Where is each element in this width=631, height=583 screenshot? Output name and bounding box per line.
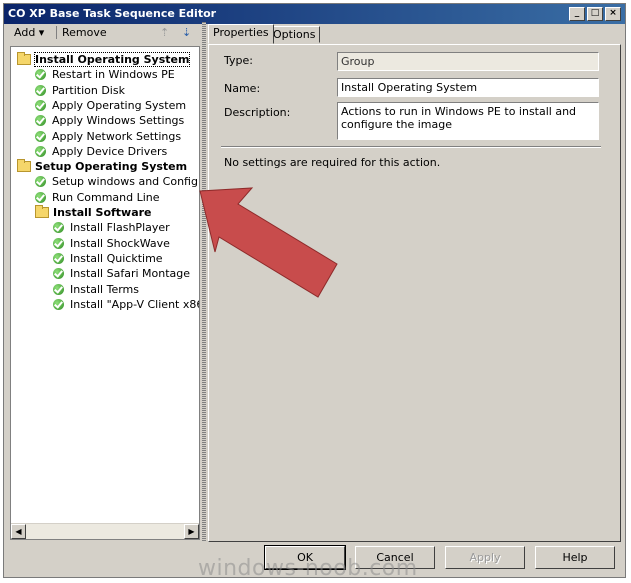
move-up-icon[interactable]: ⇡ bbox=[160, 26, 169, 39]
tree-step[interactable]: Restart in Windows PE bbox=[35, 67, 175, 82]
tree-group[interactable]: Setup Operating System bbox=[17, 159, 187, 174]
type-field: Group bbox=[337, 52, 599, 71]
scroll-right-icon[interactable]: ▶ bbox=[184, 524, 199, 539]
tree-step[interactable]: Install Safari Montage bbox=[53, 266, 190, 281]
check-icon bbox=[35, 145, 46, 157]
tree-step[interactable]: Apply Device Drivers bbox=[35, 144, 167, 159]
tree-item-label: Install Safari Montage bbox=[70, 267, 191, 281]
tree-group[interactable]: Install Software bbox=[35, 205, 152, 220]
minimize-button[interactable]: _ bbox=[569, 7, 585, 21]
title-bar[interactable]: CO XP Base Task Sequence Editor _ □ × bbox=[4, 4, 625, 24]
check-icon bbox=[35, 191, 46, 203]
tree-item-label: Apply Operating System bbox=[52, 98, 187, 112]
check-icon bbox=[53, 252, 64, 264]
check-icon bbox=[53, 268, 64, 280]
horizontal-scrollbar[interactable]: ◀ ▶ bbox=[11, 523, 199, 539]
divider bbox=[221, 146, 601, 148]
tree-step[interactable]: Setup windows and ConfigMgr bbox=[35, 174, 199, 189]
tree-item-label: Partition Disk bbox=[52, 83, 125, 97]
tree-item-label: Setup windows and ConfigMgr bbox=[52, 175, 199, 189]
cancel-button[interactable]: Cancel bbox=[355, 546, 435, 569]
tree-step[interactable]: Install "App-V Client x86-Ap bbox=[53, 297, 199, 312]
tree-item-label: Install Operating System bbox=[33, 52, 191, 67]
pane-splitter[interactable] bbox=[202, 22, 206, 542]
check-icon bbox=[53, 298, 64, 310]
maximize-button[interactable]: □ bbox=[587, 7, 603, 21]
settings-note: No settings are required for this action… bbox=[224, 156, 441, 169]
check-icon bbox=[53, 237, 64, 249]
check-icon bbox=[35, 176, 46, 188]
tree-toolbar: Add ▾ Remove ⇡ ⇣ bbox=[10, 24, 200, 42]
tree-item-label: Setup Operating System bbox=[35, 160, 188, 174]
check-icon bbox=[53, 283, 64, 295]
check-icon bbox=[35, 130, 46, 142]
task-sequence-tree[interactable]: ◀ ▶ Install Operating System Restart in W… bbox=[10, 46, 200, 540]
tree-item-label: Install Terms bbox=[70, 282, 140, 296]
tree-step[interactable]: Partition Disk bbox=[35, 83, 125, 98]
folder-icon bbox=[17, 52, 31, 65]
tree-item-label: Install "App-V Client x86-Ap bbox=[70, 297, 199, 311]
tree-step[interactable]: Apply Windows Settings bbox=[35, 113, 184, 128]
add-menu-button[interactable]: Add ▾ bbox=[14, 26, 44, 39]
dropdown-arrow-icon: ▾ bbox=[38, 26, 45, 39]
tree-step[interactable]: Run Command Line bbox=[35, 190, 160, 205]
tree-item-label: Apply Windows Settings bbox=[52, 114, 185, 128]
tree-item-label: Run Command Line bbox=[52, 190, 160, 204]
toolbar-divider bbox=[56, 26, 57, 39]
tree-item-label: Install ShockWave bbox=[70, 236, 170, 250]
tree-step[interactable]: Install ShockWave bbox=[53, 236, 170, 251]
name-label: Name: bbox=[224, 82, 261, 95]
help-button[interactable]: Help bbox=[535, 546, 615, 569]
tree-step[interactable]: Apply Operating System bbox=[35, 98, 186, 113]
tree-item-label: Install FlashPlayer bbox=[70, 221, 170, 235]
tree-step[interactable]: Apply Network Settings bbox=[35, 129, 181, 144]
tree-step[interactable]: Install FlashPlayer bbox=[53, 220, 170, 235]
description-field[interactable]: Actions to run in Windows PE to install … bbox=[337, 102, 599, 140]
check-icon bbox=[35, 69, 46, 81]
add-label: Add bbox=[14, 26, 36, 39]
tab-options[interactable]: Options bbox=[268, 26, 321, 43]
type-label: Type: bbox=[224, 54, 253, 67]
check-icon bbox=[35, 99, 46, 111]
tab-properties[interactable]: Properties bbox=[208, 24, 274, 44]
tree-item-label: Install Software bbox=[53, 206, 152, 219]
ok-button[interactable]: OK bbox=[264, 545, 346, 570]
folder-icon bbox=[17, 159, 31, 173]
description-label: Description: bbox=[224, 106, 291, 119]
tree-item-label: Install Quicktime bbox=[70, 251, 163, 265]
move-down-icon[interactable]: ⇣ bbox=[182, 26, 191, 39]
apply-button[interactable]: Apply bbox=[445, 546, 525, 569]
window-title: CO XP Base Task Sequence Editor bbox=[8, 7, 217, 20]
tree-item-label: Apply Device Drivers bbox=[52, 144, 168, 158]
check-icon bbox=[53, 222, 64, 234]
tree-item-label: Apply Network Settings bbox=[52, 129, 182, 143]
name-field[interactable]: Install Operating System bbox=[337, 78, 599, 97]
tree-item-label: Restart in Windows PE bbox=[52, 68, 175, 82]
tree-step[interactable]: Install Quicktime bbox=[53, 251, 163, 266]
check-icon bbox=[35, 84, 46, 96]
scroll-left-icon[interactable]: ◀ bbox=[11, 524, 26, 539]
folder-icon bbox=[35, 205, 49, 218]
remove-button[interactable]: Remove bbox=[62, 26, 107, 39]
tree-step[interactable]: Install Terms bbox=[53, 282, 139, 297]
properties-panel: Type: Group Name: Install Operating Syst… bbox=[208, 44, 621, 542]
check-icon bbox=[35, 115, 46, 127]
close-button[interactable]: × bbox=[605, 7, 621, 21]
tree-group[interactable]: Install Operating System bbox=[17, 52, 191, 67]
